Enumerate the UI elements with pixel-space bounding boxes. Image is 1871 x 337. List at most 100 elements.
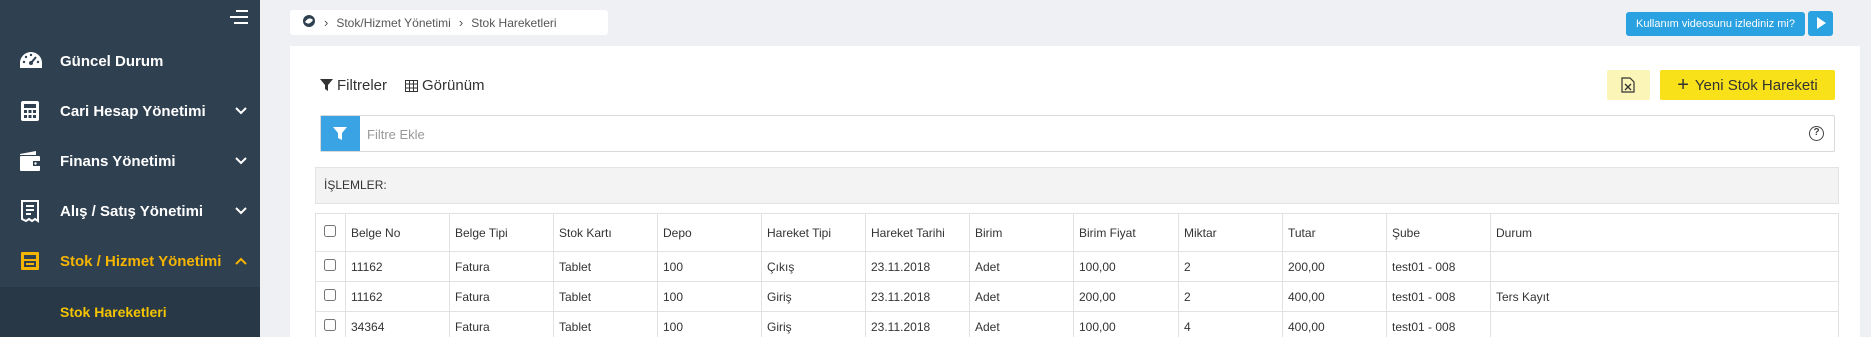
table-row[interactable]: 34364 Fatura Tablet 100 Giriş 23.11.2018…: [315, 311, 1839, 337]
table-cell: Ters Kayıt: [1490, 281, 1839, 312]
new-button-label: Yeni Stok Hareketi: [1694, 76, 1818, 94]
sidebar-item-guncel-durum[interactable]: Güncel Durum: [0, 36, 260, 86]
row-checkbox[interactable]: [324, 319, 336, 331]
table-cell: Tablet: [553, 251, 658, 282]
table-cell: Adet: [969, 311, 1074, 337]
table-cell: 11162: [345, 281, 450, 312]
view-toggle[interactable]: Görünüm: [405, 77, 485, 94]
table-cell: Fatura: [449, 251, 554, 282]
breadcrumb: › Stok/Hizmet Yönetimi › Stok Hareketler…: [290, 10, 608, 35]
sidebar-item-cari-hesap[interactable]: Cari Hesap Yönetimi: [0, 86, 260, 136]
sidebar-item-label: Cari Hesap Yönetimi: [60, 102, 206, 120]
help-video: Kullanım videosunu izlediniz mi?: [1626, 11, 1833, 36]
new-stock-movement-button[interactable]: + Yeni Stok Hareketi: [1660, 70, 1835, 100]
chevron-down-icon: [234, 204, 248, 218]
column-header[interactable]: Hareket Tarihi: [865, 213, 970, 252]
help-video-button[interactable]: Kullanım videosunu izlediniz mi?: [1626, 11, 1805, 36]
filter-add-button[interactable]: [321, 116, 360, 151]
funnel-icon: [333, 127, 347, 140]
table-cell: 100: [657, 281, 762, 312]
row-select-cell: [315, 281, 346, 312]
box-icon: [18, 249, 42, 273]
dashboard-icon: [18, 49, 42, 73]
breadcrumb-separator-icon: ›: [458, 15, 464, 30]
filter-input[interactable]: [367, 122, 1767, 146]
actions-bar: İŞLEMLER:: [315, 167, 1839, 204]
table-cell: 200,00: [1073, 281, 1179, 312]
column-header[interactable]: Durum: [1490, 213, 1839, 252]
wallet-icon: [18, 149, 42, 173]
sidebar-item-stok-hizmet[interactable]: Stok / Hizmet Yönetimi: [0, 236, 260, 286]
chevron-up-icon: [234, 254, 248, 268]
actions-label: İŞLEMLER:: [324, 178, 387, 192]
row-select-cell: [315, 251, 346, 282]
chevron-down-icon: [234, 104, 248, 118]
main-panel: Filtreler Görünüm + Yeni Stok Hareketi ?…: [290, 46, 1860, 337]
sidebar-subitem-stok-hareketleri[interactable]: Stok Hareketleri: [60, 304, 167, 320]
sidebar-item-alis-satis[interactable]: Alış / Satış Yönetimi: [0, 186, 260, 236]
select-all-cell: [315, 213, 346, 252]
column-header[interactable]: Tutar: [1282, 213, 1387, 252]
help-icon[interactable]: ?: [1809, 126, 1824, 141]
table-cell: 34364: [345, 311, 450, 337]
table-cell: 100,00: [1073, 251, 1179, 282]
row-checkbox[interactable]: [324, 289, 336, 301]
column-header[interactable]: Belge No: [345, 213, 450, 252]
table-header-row: Belge No Belge Tipi Stok Kartı Depo Hare…: [315, 213, 1839, 252]
table-cell: Giriş: [761, 311, 866, 337]
table-cell: 23.11.2018: [865, 281, 970, 312]
view-label: Görünüm: [422, 77, 485, 94]
table-cell: 23.11.2018: [865, 251, 970, 282]
table-cell: Fatura: [449, 281, 554, 312]
home-icon[interactable]: [302, 14, 316, 31]
column-header[interactable]: Depo: [657, 213, 762, 252]
column-header[interactable]: Hareket Tipi: [761, 213, 866, 252]
table-cell: test01 - 008: [1386, 251, 1491, 282]
table-cell: 2: [1178, 251, 1283, 282]
breadcrumb-separator-icon: ›: [324, 15, 329, 30]
app-root: Güncel Durum Cari Hesap Yönetimi Finans …: [0, 0, 1871, 337]
row-checkbox[interactable]: [324, 259, 336, 271]
receipt-icon: [18, 199, 42, 223]
breadcrumb-item-current: Stok Hareketleri: [471, 15, 557, 30]
menu-toggle-icon[interactable]: [230, 10, 250, 28]
table-row[interactable]: 11162 Fatura Tablet 100 Giriş 23.11.2018…: [315, 281, 1839, 312]
breadcrumb-item[interactable]: Stok/Hizmet Yönetimi: [336, 16, 451, 30]
table-cell: Tablet: [553, 311, 658, 337]
funnel-icon: [320, 79, 333, 91]
column-header[interactable]: Miktar: [1178, 213, 1283, 252]
table-cell: 23.11.2018: [865, 311, 970, 337]
table-cell: Giriş: [761, 281, 866, 312]
table-cell: Adet: [969, 251, 1074, 282]
sidebar-item-label: Finans Yönetimi: [60, 152, 176, 170]
excel-export-button[interactable]: [1607, 70, 1650, 100]
sidebar: Güncel Durum Cari Hesap Yönetimi Finans …: [0, 0, 260, 337]
filters-label: Filtreler: [337, 77, 388, 94]
chevron-down-icon: [234, 154, 248, 168]
table-cell: 400,00: [1282, 281, 1387, 312]
stock-movements-table: Belge No Belge Tipi Stok Kartı Depo Hare…: [315, 213, 1839, 337]
table-cell: 100: [657, 311, 762, 337]
grid-icon: [405, 79, 418, 92]
table-cell: Fatura: [449, 311, 554, 337]
table-cell: Çıkış: [761, 251, 866, 282]
calculator-icon: [18, 99, 42, 123]
table-cell: 2: [1178, 281, 1283, 312]
table-cell: 100: [657, 251, 762, 282]
sidebar-item-finans[interactable]: Finans Yönetimi: [0, 136, 260, 186]
column-header[interactable]: Stok Kartı: [553, 213, 658, 252]
column-header[interactable]: Birim: [969, 213, 1074, 252]
table-cell: 400,00: [1282, 311, 1387, 337]
filter-bar: ?: [320, 115, 1835, 152]
table-cell: [1490, 311, 1839, 337]
excel-export-icon: [1621, 77, 1635, 93]
table-row[interactable]: 11162 Fatura Tablet 100 Çıkış 23.11.2018…: [315, 251, 1839, 282]
select-all-checkbox[interactable]: [324, 225, 336, 237]
play-icon[interactable]: [1807, 11, 1833, 36]
filters-toggle[interactable]: Filtreler: [320, 77, 387, 94]
column-header[interactable]: Birim Fiyat: [1073, 213, 1179, 252]
column-header[interactable]: Şube: [1386, 213, 1491, 252]
column-header[interactable]: Belge Tipi: [449, 213, 554, 252]
table-cell: 200,00: [1282, 251, 1387, 282]
table-cell: 11162: [345, 251, 450, 282]
